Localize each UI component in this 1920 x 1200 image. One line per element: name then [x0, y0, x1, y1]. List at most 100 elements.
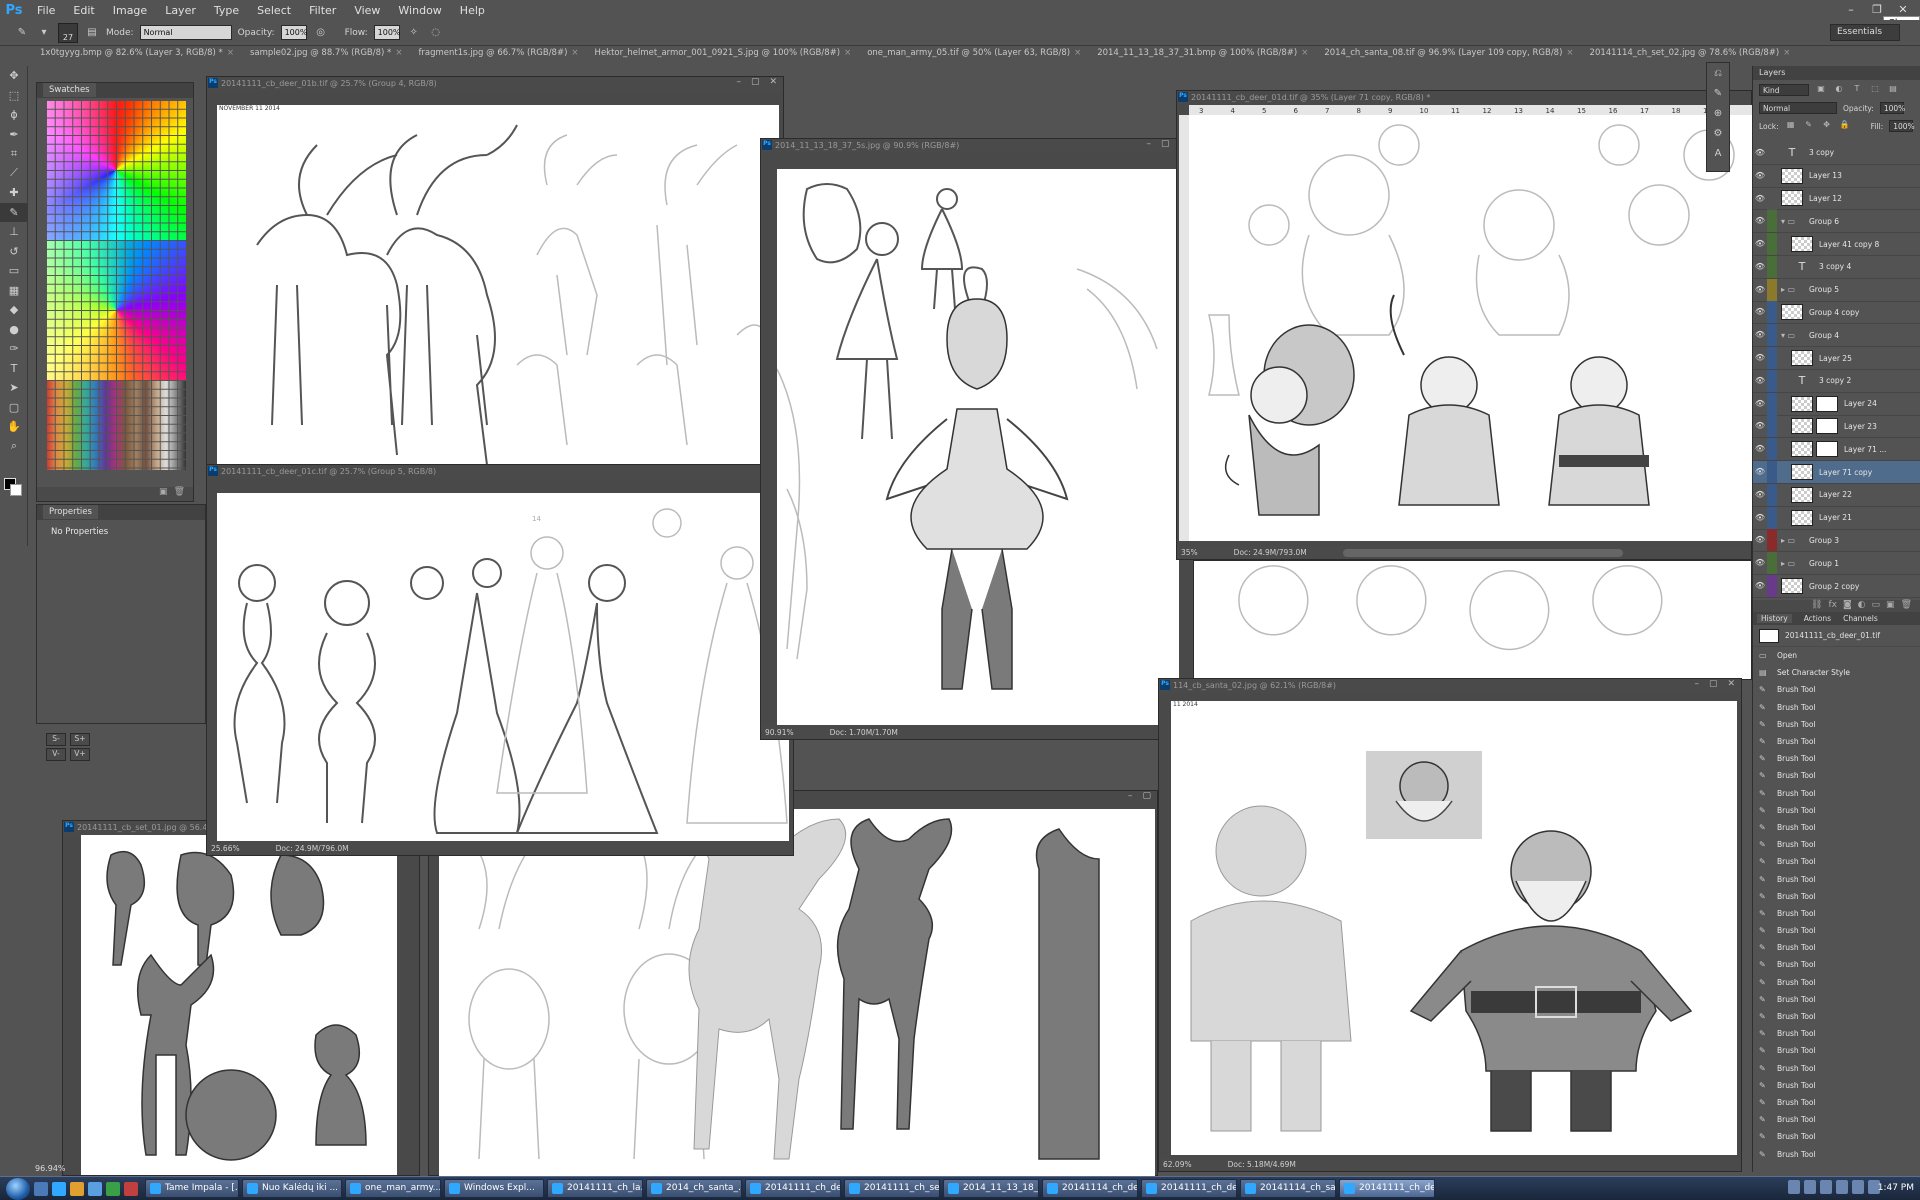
lock-transparency-icon[interactable]: ▦ [1785, 120, 1797, 132]
visibility-eye-icon[interactable]: 👁 [1753, 210, 1767, 232]
swatch-grid[interactable] [46, 100, 186, 470]
layer-row[interactable]: 👁 T 3 copy [1753, 141, 1920, 165]
visibility-eye-icon[interactable]: 👁 [1753, 142, 1767, 164]
doc-window-santa-background[interactable] [1190, 560, 1752, 680]
visibility-eye-icon[interactable]: 👁 [1753, 324, 1767, 346]
menu-layer[interactable]: Layer [156, 4, 205, 17]
taskbar-button[interactable]: one_man_army... [345, 1179, 441, 1198]
doc-tab[interactable]: 2014_11_13_18_37_31.bmp @ 100% (RGB/8#) × [1089, 46, 1316, 61]
history-brush-tool-icon[interactable]: ↺ [0, 242, 28, 262]
brush-tool-icon[interactable]: ✎ [0, 202, 28, 222]
history-item[interactable]: ✎ Brush Tool [1753, 716, 1920, 733]
menu-filter[interactable]: Filter [300, 4, 345, 17]
pen-tool-icon[interactable]: ✑ [0, 339, 28, 359]
move-tool-icon[interactable]: ✥ [0, 66, 28, 86]
brush-panel-icon[interactable]: ▤ [84, 25, 100, 41]
taskbar-button[interactable]: Windows Expl... [444, 1179, 544, 1198]
lasso-tool-icon[interactable]: ϕ [0, 105, 28, 125]
doc-window-set01[interactable]: Ps 20141111_cb_set_01.jpg @ 56.4 96.94% [35, 820, 420, 1176]
doc-tab[interactable]: 2014_ch_santa_08.tif @ 96.9% (Layer 109 … [1316, 46, 1581, 61]
layer-mask-thumbnail[interactable] [1816, 441, 1838, 458]
layer-row[interactable]: 👁 Layer 24 [1753, 392, 1920, 416]
history-item[interactable]: ✎ Brush Tool [1753, 1060, 1920, 1077]
properties-tab[interactable]: Properties [37, 505, 205, 520]
marquee-tool-icon[interactable]: ⬚ [0, 86, 28, 106]
taskbar-button[interactable]: 20141111_ch_se... [844, 1179, 940, 1198]
history-item[interactable]: ✎ Brush Tool [1753, 853, 1920, 870]
history-item[interactable]: ✎ Brush Tool [1753, 733, 1920, 750]
opacity-field[interactable]: 100% [280, 25, 307, 40]
visibility-eye-icon[interactable]: 👁 [1753, 415, 1767, 437]
visibility-eye-icon[interactable]: 👁 [1753, 301, 1767, 323]
doc-tab[interactable]: 1x0tgyyg.bmp @ 82.6% (Layer 3, RGB/8) * × [32, 46, 242, 61]
doc-window-deer01b[interactable]: Ps 20141111_cb_deer_01b.tif @ 25.7% (Grou… [206, 76, 784, 476]
layer-row[interactable]: 👁 Layer 21 [1753, 506, 1920, 530]
taskbar-button[interactable]: Tame Impala - [... [145, 1179, 239, 1198]
minimize-icon[interactable]: – [1838, 0, 1864, 18]
clone-source-icon[interactable]: ⊕ [1707, 103, 1729, 123]
layer-opacity-field[interactable]: 100% [1879, 102, 1905, 114]
layer-row[interactable]: 👁 Group 2 copy [1753, 575, 1920, 598]
close-tab-icon[interactable]: × [395, 48, 402, 58]
maximize-icon[interactable]: ▢ [1709, 679, 1718, 689]
visibility-eye-icon[interactable]: 👁 [1753, 484, 1767, 506]
quick-select-tool-icon[interactable]: ✒ [0, 125, 28, 145]
lock-position-icon[interactable]: ✥ [1821, 120, 1833, 132]
minimize-icon[interactable]: – [736, 77, 741, 87]
tray-icon[interactable] [1804, 1180, 1816, 1194]
history-item[interactable]: ✎ Brush Tool [1753, 939, 1920, 956]
history-item[interactable]: ✎ Brush Tool [1753, 1042, 1920, 1059]
taskbar-button[interactable]: 2014_ch_santa_... [646, 1179, 742, 1198]
layer-mask-thumbnail[interactable] [1816, 395, 1838, 412]
close-tab-icon[interactable]: × [1301, 48, 1308, 58]
hand-tool-icon[interactable]: ✋ [0, 417, 28, 437]
swatches-tab[interactable]: Swatches [37, 83, 193, 98]
document-canvas[interactable]: 11 2014 [1171, 701, 1737, 1155]
doc-tab[interactable]: fragment1s.jpg @ 66.7% (RGB/8#) × [410, 46, 586, 61]
doc-window-santa02[interactable]: Ps 114_cb_santa_02.jpg @ 62.1% (RGB/8#) –… [1158, 678, 1742, 1172]
document-canvas[interactable]: 14 [217, 493, 789, 841]
quicklaunch-icon[interactable] [34, 1181, 48, 1196]
smart-object-filter-icon[interactable]: ▤ [1887, 84, 1899, 96]
menu-file[interactable]: File [28, 4, 64, 17]
visibility-eye-icon[interactable]: 👁 [1753, 347, 1767, 369]
start-button[interactable] [6, 1177, 30, 1200]
history-item[interactable]: ✎ Brush Tool [1753, 1145, 1920, 1162]
visibility-eye-icon[interactable]: 👁 [1753, 256, 1767, 278]
menu-image[interactable]: Image [104, 4, 156, 17]
history-item[interactable]: ✎ Brush Tool [1753, 870, 1920, 887]
taskbar-button[interactable]: 20141111_ch_de... [1339, 1179, 1435, 1198]
chevron-down-icon[interactable]: ▾ [36, 25, 52, 41]
menu-help[interactable]: Help [451, 4, 494, 17]
pixel-filter-icon[interactable]: ▣ [1815, 84, 1827, 96]
layer-row[interactable]: 👁 Layer 25 [1753, 347, 1920, 370]
document-canvas[interactable] [777, 169, 1179, 725]
layer-fill-field[interactable]: 100% [1889, 120, 1915, 132]
document-canvas[interactable]: NOVEMBER 11 2014 [217, 105, 779, 469]
window-title-bar[interactable]: Ps 2014_11_13_18_37_5s.jpg @ 90.9% (RGB/8… [761, 139, 1193, 153]
layer-row[interactable]: 👁 Layer 71 copy [1753, 461, 1920, 484]
close-icon[interactable]: ✕ [1727, 679, 1735, 689]
mode-select[interactable]: Normal [139, 25, 232, 40]
history-snapshot[interactable]: 20141111_cb_deer_01.tif [1753, 625, 1920, 647]
background-color-swatch[interactable] [10, 484, 22, 496]
taskbar-button[interactable]: 2014_11_13_18_... [943, 1179, 1039, 1198]
eyedropper-tool-icon[interactable]: ⟋ [0, 164, 28, 184]
taskbar-button[interactable]: 20141114_ch_sa... [1240, 1179, 1336, 1198]
saturation-plus-button[interactable]: S+ [70, 733, 90, 746]
quicklaunch-icon[interactable] [70, 1181, 84, 1196]
history-item[interactable]: ✎ Brush Tool [1753, 750, 1920, 767]
visibility-eye-icon[interactable]: 👁 [1753, 188, 1767, 210]
taskbar-button[interactable]: 20141111_ch_de... [1141, 1179, 1237, 1198]
dodge-tool-icon[interactable]: ● [0, 320, 28, 340]
value-plus-button[interactable]: V+ [70, 748, 90, 761]
maximize-icon[interactable]: ▢ [1161, 139, 1170, 149]
quicklaunch-icon[interactable] [106, 1181, 120, 1196]
history-item[interactable]: ✎ Brush Tool [1753, 802, 1920, 819]
tray-icon[interactable] [1820, 1180, 1832, 1194]
history-item[interactable]: ✎ Brush Tool [1753, 1008, 1920, 1025]
quicklaunch-icon[interactable] [52, 1181, 66, 1196]
type-tool-icon[interactable]: T [0, 359, 28, 379]
window-title-bar[interactable]: Ps 114_cb_santa_02.jpg @ 62.1% (RGB/8#) [1159, 679, 1741, 693]
layer-row[interactable]: 👁 Layer 23 [1753, 415, 1920, 439]
